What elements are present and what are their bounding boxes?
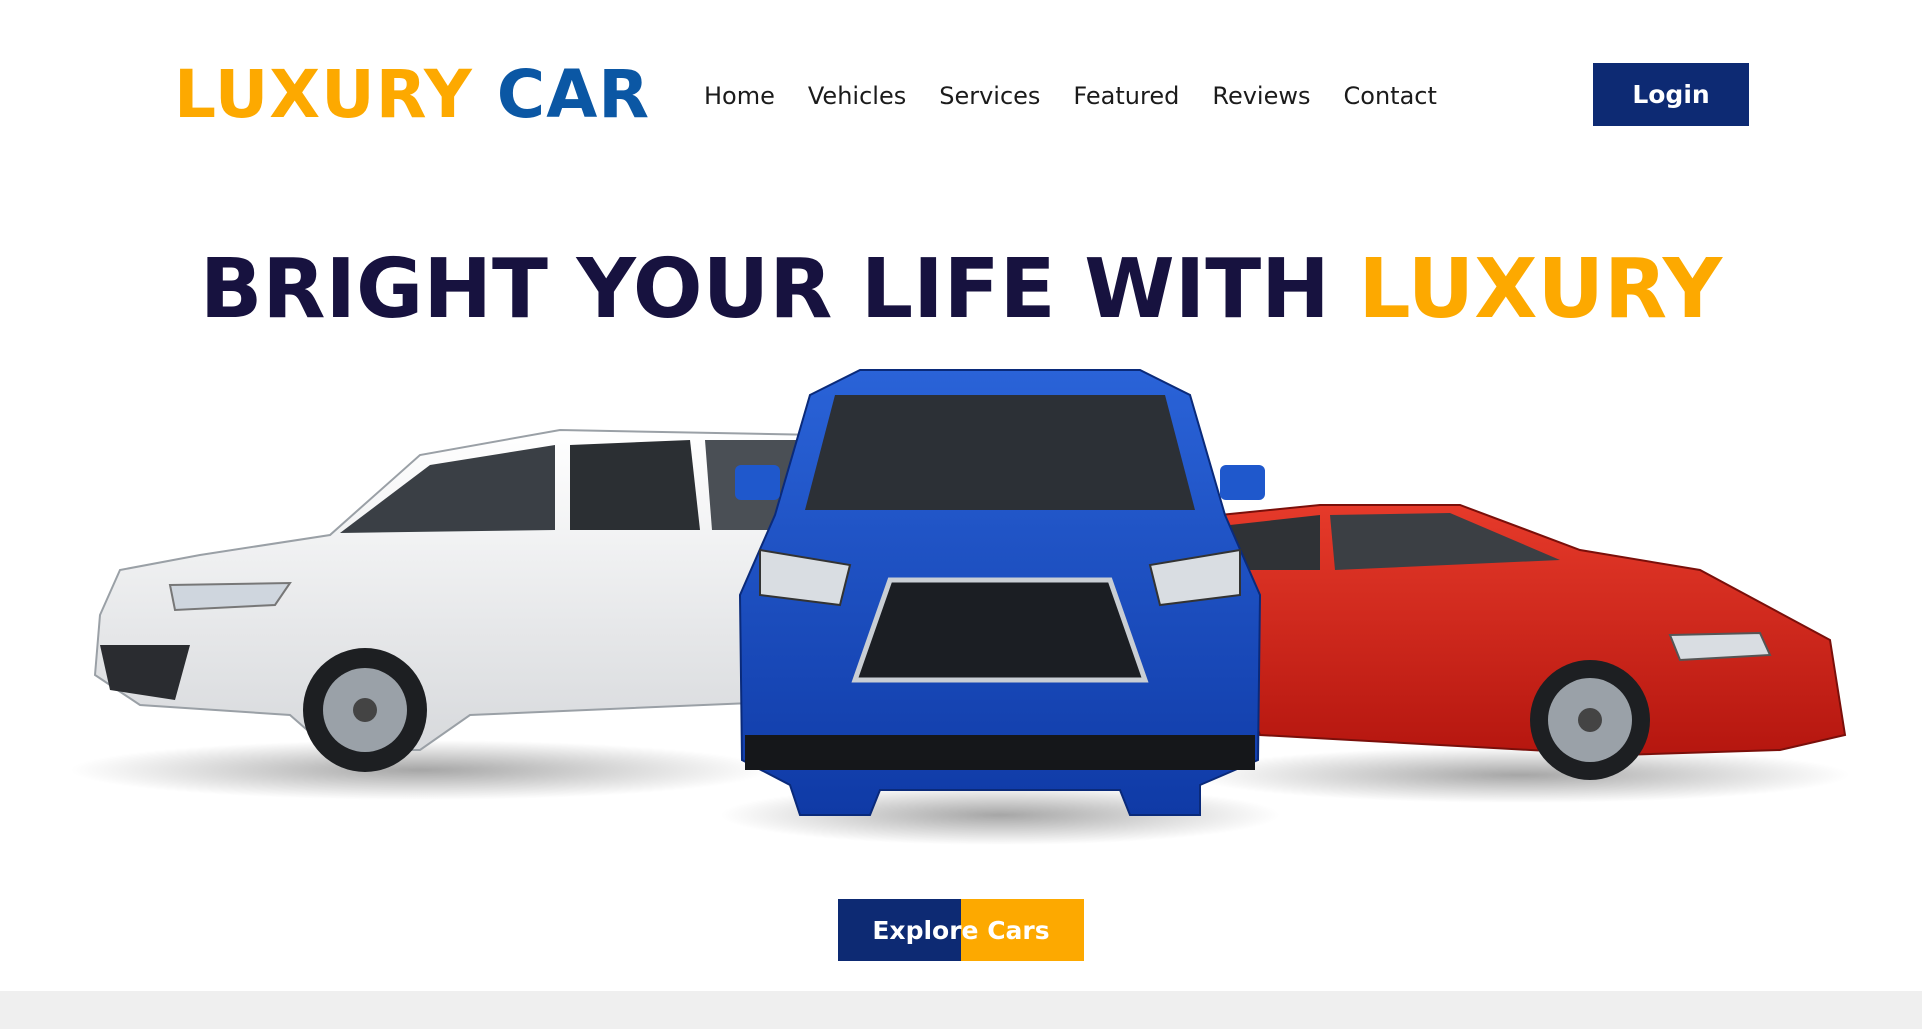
red-sedan (1218, 504, 1847, 780)
main-nav: Home Vehicles Services Featured Reviews … (704, 76, 1470, 116)
brand-logo[interactable]: LUXURY CAR (174, 56, 650, 134)
explore-cars-button[interactable]: Explore Cars (838, 899, 1084, 961)
nav-reviews[interactable]: Reviews (1212, 76, 1310, 116)
nav-featured[interactable]: Featured (1073, 76, 1179, 116)
hero-cars-image (70, 369, 1850, 845)
login-button[interactable]: Login (1593, 63, 1749, 126)
blue-suv (735, 369, 1265, 816)
hero-title-main: BRIGHT YOUR LIFE WITH (199, 242, 1359, 337)
nav-home[interactable]: Home (704, 76, 775, 116)
next-section-strip (0, 991, 1922, 1029)
hero-title: BRIGHT YOUR LIFE WITH LUXURY (0, 240, 1922, 340)
hero-title-accent: LUXURY (1358, 242, 1723, 337)
brand-logo-part2: CAR (496, 56, 651, 133)
white-suv (93, 428, 821, 772)
site-header: LUXURY CAR Home Vehicles Services Featur… (0, 0, 1922, 190)
nav-contact[interactable]: Contact (1344, 76, 1437, 116)
nav-services[interactable]: Services (939, 76, 1040, 116)
brand-logo-part1: LUXURY (174, 56, 473, 133)
nav-vehicles[interactable]: Vehicles (808, 76, 906, 116)
